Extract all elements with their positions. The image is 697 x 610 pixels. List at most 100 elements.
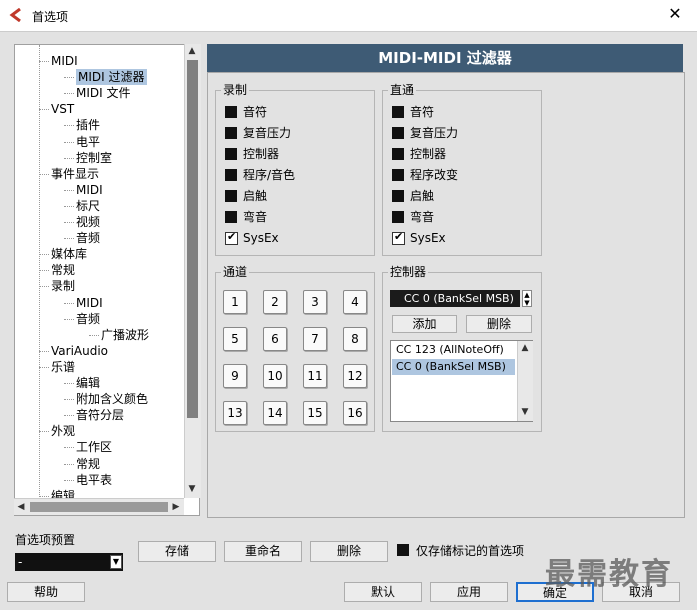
thru-checkbox[interactable] bbox=[392, 169, 404, 181]
tree-horizontal-scrollbar[interactable]: ◀ ▶ bbox=[14, 498, 184, 515]
tree-item[interactable]: 音频 bbox=[76, 230, 100, 246]
thru-checkbox[interactable]: ✔ bbox=[392, 230, 405, 245]
cubase-app-icon bbox=[9, 8, 21, 22]
tree-item[interactable]: 视频 bbox=[76, 214, 100, 230]
channel-button[interactable]: 12 bbox=[343, 364, 367, 388]
checkmark-icon: ✔ bbox=[394, 230, 404, 243]
category-tree[interactable]: MIDI MIDI 过滤器 MIDI 文件 VST 插件 电平 控制室 事件显示 MIDI 标尺视… bbox=[14, 44, 200, 516]
thru-checkbox[interactable] bbox=[392, 190, 404, 202]
thru-checkbox[interactable] bbox=[392, 148, 404, 160]
tree-item[interactable]: 媒体库 bbox=[51, 246, 87, 262]
tree-item[interactable]: 编辑 bbox=[76, 375, 100, 391]
tree-connector bbox=[64, 189, 74, 191]
tree-item[interactable]: 电平表 bbox=[76, 472, 112, 488]
tree-item[interactable]: 音符分层 bbox=[76, 407, 124, 423]
controller-select[interactable]: CC 0 (BankSel MSB) bbox=[390, 290, 520, 307]
tree-item[interactable]: 附加含义颜色 bbox=[76, 391, 148, 407]
close-icon[interactable]: ✕ bbox=[664, 4, 686, 23]
channel-button[interactable]: 13 bbox=[223, 401, 247, 425]
thru-checkbox[interactable] bbox=[392, 127, 404, 139]
scroll-right-icon[interactable]: ▶ bbox=[169, 500, 183, 514]
record-checkbox[interactable] bbox=[225, 106, 237, 118]
only-marked-label: 仅存储标记的首选项 bbox=[416, 544, 525, 558]
tree-item[interactable]: 外观 bbox=[51, 423, 75, 439]
channel-button[interactable]: 1 bbox=[223, 290, 247, 314]
tree-connector bbox=[39, 431, 49, 433]
tree-item[interactable]: 乐谱 bbox=[51, 359, 75, 375]
tree-item[interactable]: 控制室 bbox=[76, 150, 112, 166]
add-controller-button[interactable]: 添加 bbox=[392, 315, 457, 333]
tree-item[interactable]: 插件 bbox=[76, 117, 100, 133]
tree-item[interactable]: 常规 bbox=[76, 456, 100, 472]
record-checkbox[interactable] bbox=[225, 190, 237, 202]
record-checkbox[interactable]: ✔ bbox=[225, 230, 238, 245]
preset-select[interactable]: - bbox=[15, 553, 123, 571]
channel-button[interactable]: 7 bbox=[303, 327, 327, 351]
checkbox-label: SysEx bbox=[243, 231, 279, 245]
controller-list-item[interactable]: CC 123 (AllNoteOff) bbox=[392, 342, 515, 358]
help-button[interactable]: 帮助 bbox=[7, 582, 85, 602]
tree-item[interactable]: MIDI bbox=[76, 182, 103, 198]
tree-hscroll-thumb[interactable] bbox=[30, 502, 168, 512]
scroll-up-icon[interactable]: ▲ bbox=[518, 341, 532, 355]
controller-spin-icon[interactable]: ▲ ▼ bbox=[522, 290, 532, 307]
rename-preset-button[interactable]: 重命名 bbox=[224, 541, 302, 562]
tree-vertical-scrollbar[interactable]: ▲ ▼ bbox=[184, 44, 201, 498]
channel-button[interactable]: 5 bbox=[223, 327, 247, 351]
chevron-down-icon[interactable]: ▼ bbox=[110, 555, 122, 569]
thru-checkbox[interactable] bbox=[392, 211, 404, 223]
channel-button[interactable]: 14 bbox=[263, 401, 287, 425]
scroll-down-icon[interactable]: ▼ bbox=[518, 405, 532, 419]
tree-scroll-thumb[interactable] bbox=[187, 60, 198, 418]
checkbox-label: SysEx bbox=[410, 231, 446, 245]
tree-connector bbox=[64, 479, 74, 481]
channel-button[interactable]: 11 bbox=[303, 364, 327, 388]
record-group-label: 录制 bbox=[221, 83, 250, 97]
controller-list[interactable]: CC 123 (AllNoteOff) CC 0 (BankSel MSB) bbox=[390, 340, 533, 422]
tree-item[interactable]: VST bbox=[51, 101, 74, 117]
remove-controller-button[interactable]: 删除 bbox=[466, 315, 532, 333]
tree-item[interactable]: MIDI 过滤器 bbox=[76, 69, 147, 86]
tree-item[interactable]: VariAudio bbox=[51, 343, 108, 359]
tree-item[interactable]: 工作区 bbox=[76, 439, 112, 455]
channel-button[interactable]: 9 bbox=[223, 364, 247, 388]
channel-button[interactable]: 3 bbox=[303, 290, 327, 314]
tree-item[interactable]: 常规 bbox=[51, 262, 75, 278]
scroll-down-icon[interactable]: ▼ bbox=[185, 482, 199, 496]
delete-preset-button[interactable]: 删除 bbox=[310, 541, 388, 562]
tree-item[interactable]: 标尺 bbox=[76, 198, 100, 214]
controller-list-item[interactable]: CC 0 (BankSel MSB) bbox=[392, 359, 515, 375]
tree-item[interactable]: 录制 bbox=[51, 278, 75, 294]
tree-item[interactable]: MIDI bbox=[51, 53, 78, 69]
only-marked-checkbox[interactable] bbox=[397, 544, 409, 556]
tree-connector bbox=[64, 125, 74, 127]
record-checkbox[interactable] bbox=[225, 169, 237, 181]
channel-button[interactable]: 16 bbox=[343, 401, 367, 425]
tree-item[interactable]: 音频 bbox=[76, 311, 100, 327]
channel-button[interactable]: 2 bbox=[263, 290, 287, 314]
tree-item[interactable]: 广播波形 bbox=[101, 327, 149, 343]
channel-button[interactable]: 8 bbox=[343, 327, 367, 351]
store-preset-button[interactable]: 存储 bbox=[138, 541, 216, 562]
tree-item[interactable]: 电平 bbox=[76, 134, 100, 150]
record-checkbox[interactable] bbox=[225, 211, 237, 223]
checkbox-label: 弯音 bbox=[410, 210, 435, 224]
record-checkbox[interactable] bbox=[225, 148, 237, 160]
scroll-left-icon[interactable]: ◀ bbox=[14, 500, 28, 514]
watermark: 最需教育 bbox=[545, 557, 673, 592]
channel-button[interactable]: 4 bbox=[343, 290, 367, 314]
record-checkbox[interactable] bbox=[225, 127, 237, 139]
controller-list-scrollbar[interactable]: ▲ ▼ bbox=[517, 341, 533, 421]
tree-connector bbox=[64, 463, 74, 465]
thru-checkbox[interactable] bbox=[392, 106, 404, 118]
tree-connector bbox=[64, 399, 74, 401]
channel-button[interactable]: 15 bbox=[303, 401, 327, 425]
tree-item[interactable]: MIDI 文件 bbox=[76, 85, 131, 101]
default-button[interactable]: 默认 bbox=[344, 582, 422, 602]
channel-button[interactable]: 10 bbox=[263, 364, 287, 388]
scroll-up-icon[interactable]: ▲ bbox=[185, 44, 199, 58]
apply-button[interactable]: 应用 bbox=[430, 582, 508, 602]
tree-item[interactable]: MIDI bbox=[76, 295, 103, 311]
tree-item[interactable]: 事件显示 bbox=[51, 166, 99, 182]
channel-button[interactable]: 6 bbox=[263, 327, 287, 351]
